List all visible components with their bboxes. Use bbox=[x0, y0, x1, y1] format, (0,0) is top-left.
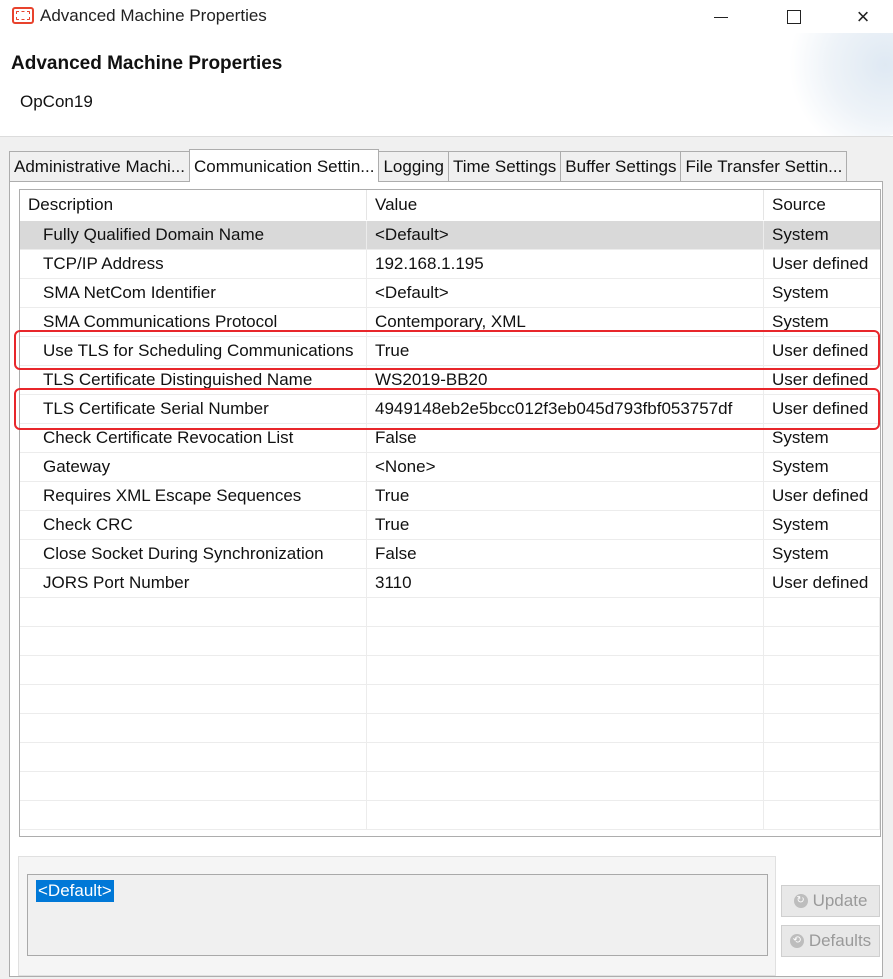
table-row[interactable]: SMA Communications Protocol Contemporary,… bbox=[20, 308, 880, 337]
app-icon bbox=[12, 7, 34, 24]
window-title: Advanced Machine Properties bbox=[40, 6, 267, 25]
row-description: JORS Port Number bbox=[20, 569, 367, 597]
row-source: System bbox=[772, 428, 829, 447]
empty-table-row bbox=[20, 772, 880, 801]
row-description: SMA NetCom Identifier bbox=[20, 279, 367, 307]
column-header-value[interactable]: Value bbox=[367, 190, 764, 220]
tab-communication-settings[interactable]: Communication Settin... bbox=[189, 149, 380, 182]
empty-table-row bbox=[20, 685, 880, 714]
banner-decoration bbox=[773, 33, 893, 136]
table-row[interactable]: TLS Certificate Distinguished Name WS2019… bbox=[20, 366, 880, 395]
row-value: Contemporary, XML bbox=[367, 308, 764, 336]
machine-name: OpCon19 bbox=[20, 92, 93, 111]
update-button[interactable]: ↻ Update bbox=[781, 885, 880, 917]
table-row[interactable]: Close Socket During Synchronization False… bbox=[20, 540, 880, 569]
row-description: TLS Certificate Serial Number bbox=[20, 395, 367, 423]
row-description: Check Certificate Revocation List bbox=[20, 424, 367, 452]
defaults-icon: ⟲ bbox=[789, 934, 804, 948]
row-description: Fully Qualified Domain Name bbox=[20, 221, 367, 249]
value-editor-text[interactable]: <Default> bbox=[36, 880, 114, 902]
table-header: Description Value Source bbox=[20, 190, 880, 220]
empty-table-row bbox=[20, 801, 880, 830]
table-body: Fully Qualified Domain Name <Default> Syst… bbox=[20, 221, 880, 830]
properties-table[interactable]: Description Value Source Fully Qualified… bbox=[19, 189, 881, 837]
update-label: Update bbox=[812, 891, 868, 910]
table-row[interactable]: TLS Certificate Serial Number 4949148eb2e… bbox=[20, 395, 880, 424]
empty-table-row bbox=[20, 743, 880, 772]
tab-panel: Description Value Source Fully Qualified… bbox=[9, 181, 883, 977]
column-header-description[interactable]: Description bbox=[20, 190, 367, 220]
row-value: True bbox=[367, 482, 764, 510]
empty-table-row bbox=[20, 714, 880, 743]
row-value: True bbox=[367, 337, 764, 365]
tab-buffer-settings[interactable]: Buffer Settings bbox=[560, 151, 682, 182]
row-source: User defined bbox=[772, 341, 869, 360]
row-source: User defined bbox=[772, 254, 869, 273]
row-description: Close Socket During Synchronization bbox=[20, 540, 367, 568]
row-value: 3110 bbox=[367, 569, 764, 597]
row-description: Use TLS for Scheduling Communications bbox=[20, 337, 367, 365]
tab-time-settings[interactable]: Time Settings bbox=[447, 151, 562, 182]
tab-administrative[interactable]: Administrative Machi... bbox=[9, 151, 190, 182]
close-button[interactable]: × bbox=[840, 0, 886, 33]
minimize-icon bbox=[714, 17, 728, 18]
row-description: TLS Certificate Distinguished Name bbox=[20, 366, 367, 394]
row-source: System bbox=[772, 283, 829, 302]
row-value: False bbox=[367, 540, 764, 568]
header-banner: Advanced Machine Properties OpCon19 bbox=[0, 33, 893, 137]
table-row[interactable]: Use TLS for Scheduling Communications Tru… bbox=[20, 337, 880, 366]
advanced-machine-properties-window: Advanced Machine Properties × Advanced M… bbox=[0, 0, 893, 979]
maximize-button[interactable] bbox=[771, 0, 817, 33]
tab-logging[interactable]: Logging bbox=[378, 151, 449, 182]
row-description: SMA Communications Protocol bbox=[20, 308, 367, 336]
row-source: System bbox=[772, 457, 829, 476]
row-source: User defined bbox=[772, 486, 869, 505]
table-row[interactable]: Gateway <None> System bbox=[20, 453, 880, 482]
row-description: Requires XML Escape Sequences bbox=[20, 482, 367, 510]
row-value: 192.168.1.195 bbox=[367, 250, 764, 278]
update-icon: ↻ bbox=[793, 894, 808, 908]
empty-table-row bbox=[20, 656, 880, 685]
row-description: TCP/IP Address bbox=[20, 250, 367, 278]
row-source: System bbox=[772, 544, 829, 563]
table-row[interactable]: Fully Qualified Domain Name <Default> Syst… bbox=[20, 221, 880, 250]
row-value: <Default> bbox=[367, 279, 764, 307]
tab-file-transfer-settings[interactable]: File Transfer Settin... bbox=[680, 151, 848, 182]
value-editor-group: <Default> bbox=[18, 856, 776, 976]
row-description: Gateway bbox=[20, 453, 367, 481]
row-source: System bbox=[772, 225, 829, 244]
row-description: Check CRC bbox=[20, 511, 367, 539]
row-source: User defined bbox=[772, 399, 869, 418]
minimize-button[interactable] bbox=[698, 0, 744, 33]
row-source: System bbox=[772, 515, 829, 534]
maximize-icon bbox=[787, 9, 801, 24]
row-value: <None> bbox=[367, 453, 764, 481]
defaults-button[interactable]: ⟲ Defaults bbox=[781, 925, 880, 957]
row-source: System bbox=[772, 312, 829, 331]
empty-table-row bbox=[20, 598, 880, 627]
row-value: WS2019-BB20 bbox=[367, 366, 764, 394]
value-editor[interactable]: <Default> bbox=[27, 874, 768, 956]
page-title: Advanced Machine Properties bbox=[11, 53, 283, 74]
table-row[interactable]: SMA NetCom Identifier <Default> System bbox=[20, 279, 880, 308]
column-header-source[interactable]: Source bbox=[764, 190, 880, 220]
row-value: <Default> bbox=[367, 221, 764, 249]
table-row[interactable]: TCP/IP Address 192.168.1.195 User defined bbox=[20, 250, 880, 279]
empty-table-row bbox=[20, 627, 880, 656]
defaults-label: Defaults bbox=[808, 931, 872, 950]
table-row[interactable]: Check Certificate Revocation List False Sy… bbox=[20, 424, 880, 453]
title-bar: Advanced Machine Properties × bbox=[0, 0, 893, 33]
table-row[interactable]: Requires XML Escape Sequences True User de… bbox=[20, 482, 880, 511]
table-row[interactable]: JORS Port Number 3110 User defined bbox=[20, 569, 880, 598]
row-source: User defined bbox=[772, 370, 869, 389]
table-row[interactable]: Check CRC True System bbox=[20, 511, 880, 540]
row-value: False bbox=[367, 424, 764, 452]
row-value: True bbox=[367, 511, 764, 539]
row-value: 4949148eb2e5bcc012f3eb045d793fbf053757df bbox=[367, 395, 764, 423]
tab-strip: Administrative Machi... Communication Se… bbox=[9, 149, 848, 182]
row-source: User defined bbox=[772, 573, 869, 592]
